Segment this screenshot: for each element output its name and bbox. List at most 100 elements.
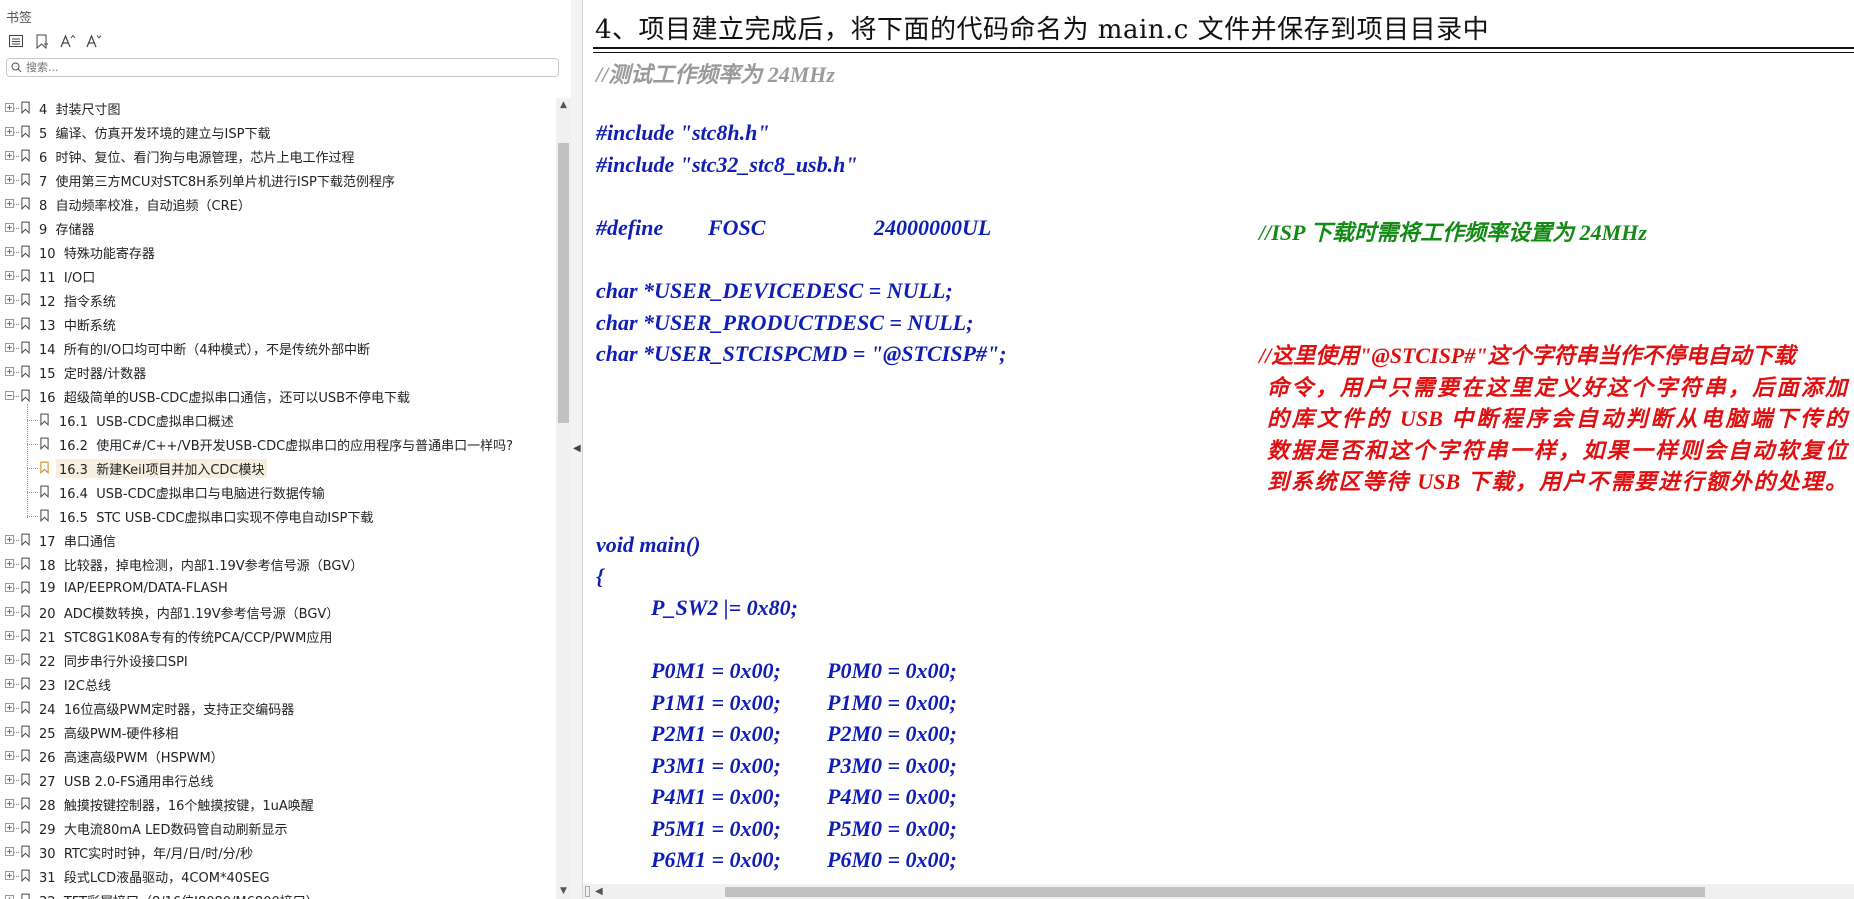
bookmark-label: 8 自动频率校准，自动追频（CRE）: [39, 195, 251, 214]
bookmark-item[interactable]: +14 所有的I/O口均可中断（4种模式），不是传统外部中断: [0, 336, 556, 360]
bookmark-item[interactable]: +30 RTC实时时钟，年/月/日/时/分/秒: [0, 840, 556, 864]
expand-icon[interactable]: +: [5, 847, 14, 856]
bookmark-item[interactable]: +11 I/O口: [0, 264, 556, 288]
bookmark-item[interactable]: +24 16位高级PWM定时器，支持正交编码器: [0, 696, 556, 720]
bookmark-item[interactable]: 16.2 使用C#/C++/VB开发USB-CDC虚拟串口的应用程序与普通串口一…: [0, 432, 556, 456]
bookmark-item[interactable]: +21 STC8G1K08A专有的传统PCA/CCP/PWM应用: [0, 624, 556, 648]
expand-icon[interactable]: +: [5, 247, 14, 256]
expand-icon[interactable]: +: [5, 679, 14, 688]
bookmark-item[interactable]: +31 段式LCD液晶驱动，4COM*40SEG: [0, 864, 556, 888]
code-line: char *USER_STCISPCMD = "@STCISP#";: [596, 341, 1007, 366]
expand-icon[interactable]: +: [5, 631, 14, 640]
expand-icon[interactable]: +: [5, 655, 14, 664]
bookmark-number: 32: [39, 895, 56, 899]
bookmark-item[interactable]: +26 高速高级PWM（HSPWM）: [0, 744, 556, 768]
expand-icon[interactable]: +: [5, 535, 14, 544]
bookmark-item[interactable]: +6 时钟、复位、看门狗与电源管理，芯片上电工作过程: [0, 144, 556, 168]
expand-icon[interactable]: +: [5, 223, 14, 232]
expand-icon[interactable]: +: [5, 343, 14, 352]
collapse-panel-icon[interactable]: ◀: [573, 443, 581, 454]
bookmark-title: USB-CDC虚拟串口与电脑进行数据传输: [96, 486, 325, 502]
code-line: P5M0 = 0x00;: [827, 816, 957, 841]
expand-icon[interactable]: +: [5, 319, 14, 328]
bookmark-item[interactable]: +23 I2C总线: [0, 672, 556, 696]
expand-icon[interactable]: +: [5, 103, 14, 112]
tree-connector: [27, 492, 38, 493]
bookmark-item[interactable]: +20 ADC模数转换，内部1.19V参考信号源（BGV）: [0, 600, 556, 624]
collapse-icon[interactable]: −: [5, 391, 14, 400]
bookmark-item[interactable]: 16.3 新建Keil项目并加入CDC模块: [0, 456, 556, 480]
scroll-down-icon[interactable]: ▼: [556, 884, 571, 899]
scroll-thumb[interactable]: [725, 887, 1705, 897]
bookmark-item[interactable]: 16.4 USB-CDC虚拟串口与电脑进行数据传输: [0, 480, 556, 504]
bookmark-item[interactable]: +22 同步串行外设接口SPI: [0, 648, 556, 672]
bookmark-label: 19 IAP/EEPROM/DATA-FLASH: [39, 581, 228, 596]
code-line: P0M1 = 0x00;: [651, 658, 781, 683]
expand-icon[interactable]: +: [5, 199, 14, 208]
search-input[interactable]: [22, 61, 558, 74]
expand-icon[interactable]: +: [5, 703, 14, 712]
expand-icon[interactable]: +: [5, 271, 14, 280]
font-decrease-icon[interactable]: [84, 31, 104, 51]
expand-icon[interactable]: +: [5, 151, 14, 160]
panel-splitter[interactable]: ◀: [571, 0, 583, 899]
expand-all-icon[interactable]: [6, 31, 26, 51]
expand-icon[interactable]: +: [5, 751, 14, 760]
bookmark-item[interactable]: +32 TFT彩屏接口（8/16位I8080/M6800接口）: [0, 888, 556, 899]
bookmark-icon: [21, 821, 30, 834]
bookmark-number: 16: [39, 390, 56, 406]
bookmark-item[interactable]: +8 自动频率校准，自动追频（CRE）: [0, 192, 556, 216]
expand-icon[interactable]: +: [5, 871, 14, 880]
bookmark-title: USB 2.0-FS通用串行总线: [63, 774, 214, 790]
bookmark-item[interactable]: +9 存储器: [0, 216, 556, 240]
horizontal-scrollbar[interactable]: ◀: [583, 884, 1854, 899]
bookmark-item[interactable]: +29 大电流80mA LED数码管自动刷新显示: [0, 816, 556, 840]
bookmark-item[interactable]: +18 比较器，掉电检测，内部1.19V参考信号源（BGV）: [0, 552, 556, 576]
tree-connector: [14, 588, 19, 589]
bookmark-label: 16.3 新建Keil项目并加入CDC模块: [56, 458, 268, 478]
scroll-thumb[interactable]: [558, 143, 569, 423]
bookmark-item[interactable]: +4 封装尺寸图: [0, 98, 556, 120]
bookmark-item[interactable]: +27 USB 2.0-FS通用串行总线: [0, 768, 556, 792]
bookmark-add-icon[interactable]: [32, 31, 52, 51]
bookmark-item[interactable]: +7 使用第三方MCU对STC8H系列单片机进行ISP下载范例程序: [0, 168, 556, 192]
expand-icon[interactable]: +: [5, 895, 14, 899]
bookmark-title: 串口通信: [63, 534, 116, 550]
bookmark-icon: [21, 629, 30, 642]
code-line: char *USER_PRODUCTDESC = NULL;: [596, 310, 974, 335]
scroll-up-icon[interactable]: ▲: [556, 98, 571, 113]
bookmark-item[interactable]: +19 IAP/EEPROM/DATA-FLASH: [0, 576, 556, 600]
bookmark-title: 中断系统: [63, 318, 116, 334]
bookmark-icon: [21, 677, 30, 690]
bookmark-item[interactable]: +10 特殊功能寄存器: [0, 240, 556, 264]
expand-icon[interactable]: +: [5, 175, 14, 184]
bookmark-search-field[interactable]: [6, 58, 559, 77]
bookmark-item[interactable]: +13 中断系统: [0, 312, 556, 336]
scroll-left-icon[interactable]: ◀: [595, 884, 603, 899]
expand-icon[interactable]: +: [5, 823, 14, 832]
expand-icon[interactable]: +: [5, 583, 14, 592]
expand-icon[interactable]: +: [5, 127, 14, 136]
font-increase-icon[interactable]: [58, 31, 78, 51]
bookmark-item[interactable]: 16.5 STC USB-CDC虚拟串口实现不停电自动ISP下载: [0, 504, 556, 528]
bookmark-item[interactable]: 16.1 USB-CDC虚拟串口概述: [0, 408, 556, 432]
expand-icon[interactable]: +: [5, 367, 14, 376]
expand-icon[interactable]: +: [5, 607, 14, 616]
expand-icon[interactable]: +: [5, 295, 14, 304]
tree-connector: [14, 876, 19, 877]
bookmark-item[interactable]: +12 指令系统: [0, 288, 556, 312]
expand-icon[interactable]: +: [5, 775, 14, 784]
bookmark-item[interactable]: +28 触摸按键控制器，16个触摸按键，1uA唤醒: [0, 792, 556, 816]
bookmark-icon: [40, 485, 49, 498]
bookmark-item[interactable]: − 16 超级简单的USB-CDC虚拟串口通信，还可以USB不停电下载: [0, 384, 556, 408]
sidebar-scrollbar[interactable]: ▲ ▼: [556, 98, 571, 899]
bookmark-number: 17: [39, 534, 56, 550]
expand-icon[interactable]: +: [5, 559, 14, 568]
bookmark-item[interactable]: +15 定时器/计数器: [0, 360, 556, 384]
expand-icon[interactable]: +: [5, 727, 14, 736]
expand-icon[interactable]: +: [5, 799, 14, 808]
bookmark-toolbar: [6, 31, 104, 51]
bookmark-item[interactable]: +5 编译、仿真开发环境的建立与ISP下载: [0, 120, 556, 144]
bookmark-item[interactable]: +17 串口通信: [0, 528, 556, 552]
bookmark-item[interactable]: +25 高级PWM-硬件移相: [0, 720, 556, 744]
